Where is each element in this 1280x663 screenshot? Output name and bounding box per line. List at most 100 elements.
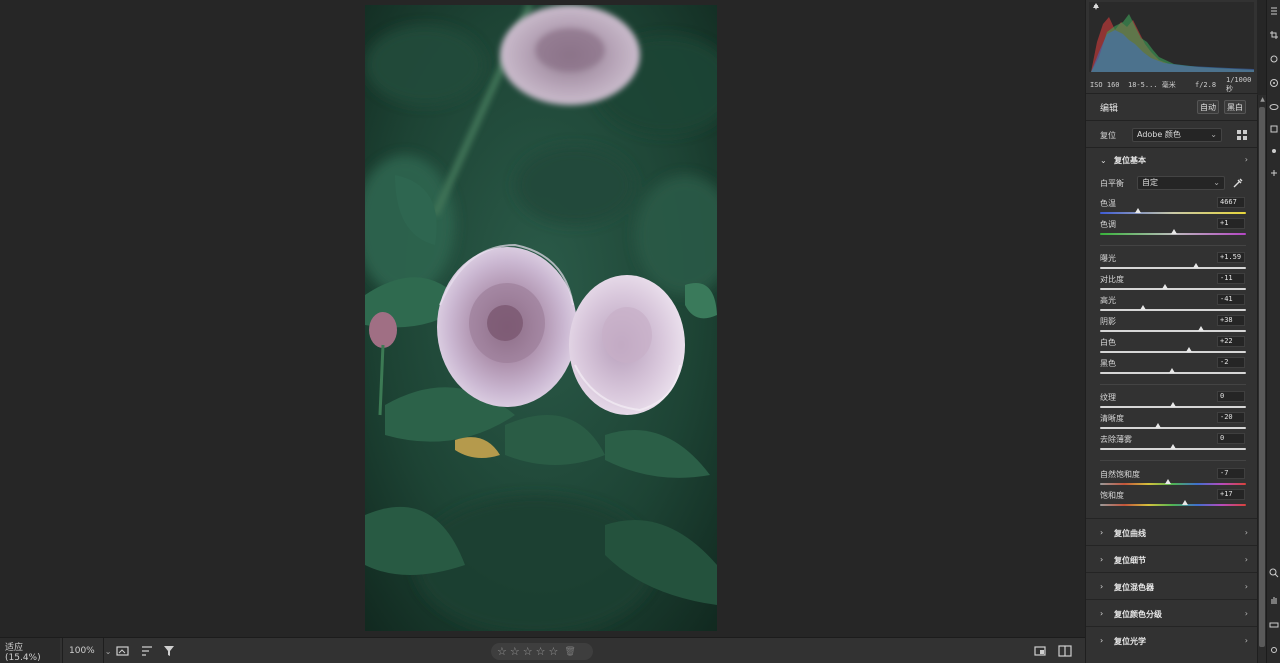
black-white-button[interactable]: 黑白 <box>1224 100 1246 114</box>
slider-thumb[interactable] <box>1170 444 1176 449</box>
slider-track[interactable] <box>1100 347 1246 353</box>
slider-value-input[interactable]: -2 <box>1217 357 1245 368</box>
section-menu-icon[interactable]: › <box>1245 528 1248 537</box>
filter-icon[interactable] <box>162 644 176 658</box>
slider-dehaze[interactable]: 去除薄雾 0 <box>1086 433 1258 454</box>
star-rating[interactable]: ☆ ☆ ☆ ☆ ☆ 🗑 <box>491 643 593 660</box>
slider-thumb[interactable] <box>1155 423 1162 428</box>
slider-thumb[interactable] <box>1186 347 1193 352</box>
slider-value-input[interactable]: -11 <box>1217 273 1245 284</box>
star-icon[interactable]: ☆ <box>536 646 546 657</box>
slider-track[interactable] <box>1100 402 1246 408</box>
slider-thumb[interactable] <box>1182 500 1189 505</box>
slider-contrast[interactable]: 对比度 -11 <box>1086 273 1258 294</box>
section-menu-icon[interactable]: › <box>1245 609 1248 618</box>
slider-temp[interactable]: 色温 4667 <box>1086 197 1258 218</box>
slider-track[interactable] <box>1100 229 1246 235</box>
slider-exposure[interactable]: 曝光 +1.59 <box>1086 252 1258 273</box>
slider-highlights[interactable]: 高光 -41 <box>1086 294 1258 315</box>
toggle-overlay-icon[interactable] <box>1269 620 1279 630</box>
slider-clarity[interactable]: 清晰度 -20 <box>1086 412 1258 433</box>
slider-thumb[interactable] <box>1170 402 1176 407</box>
slider-track[interactable] <box>1100 305 1246 311</box>
section-basic-header[interactable]: ⌄ 复位基本 › <box>1086 150 1258 170</box>
slider-thumb[interactable] <box>1193 263 1200 268</box>
slider-track[interactable] <box>1100 263 1246 269</box>
photo-preview[interactable] <box>365 5 717 631</box>
snapshot-tool-icon[interactable] <box>1269 124 1279 134</box>
trash-icon[interactable]: 🗑 <box>564 647 575 657</box>
mask-tool-icon[interactable] <box>1269 78 1279 88</box>
slider-track[interactable] <box>1100 500 1246 506</box>
slider-track[interactable] <box>1100 208 1246 214</box>
slider-track[interactable] <box>1100 326 1246 332</box>
slider-texture[interactable]: 纹理 0 <box>1086 391 1258 412</box>
slider-vibrance[interactable]: 自然饱和度 -7 <box>1086 468 1258 489</box>
star-icon[interactable]: ☆ <box>497 646 507 657</box>
white-balance-select[interactable]: 自定 ⌄ <box>1137 176 1225 190</box>
hand-tool-icon[interactable] <box>1269 595 1279 605</box>
section-menu-icon[interactable]: › <box>1245 555 1248 564</box>
slider-track[interactable] <box>1100 284 1246 290</box>
heal-tool-icon[interactable] <box>1269 54 1279 64</box>
slider-value-input[interactable]: -7 <box>1217 468 1245 479</box>
slider-value-input[interactable]: +38 <box>1217 315 1245 326</box>
section-menu-icon[interactable]: › <box>1245 636 1248 645</box>
slider-track[interactable] <box>1100 423 1246 429</box>
slider-thumb[interactable] <box>1134 208 1141 213</box>
auto-button[interactable]: 自动 <box>1197 100 1219 114</box>
section-color-grading[interactable]: › 复位颜色分级 › <box>1086 599 1258 625</box>
profile-browser-icon[interactable] <box>1236 129 1248 141</box>
slider-saturation[interactable]: 饱和度 +17 <box>1086 489 1258 510</box>
slider-tint[interactable]: 色调 +1 <box>1086 218 1258 239</box>
slider-track[interactable] <box>1100 479 1246 485</box>
preset-tool-icon[interactable] <box>1269 146 1279 156</box>
zoom-fit-label[interactable]: 适应 (15.4%) <box>0 638 60 663</box>
section-curve[interactable]: › 复位曲线 › <box>1086 518 1258 544</box>
slider-track[interactable] <box>1100 444 1246 450</box>
slider-thumb[interactable] <box>1197 326 1204 331</box>
before-after-icon[interactable] <box>1058 644 1072 658</box>
sort-icon[interactable] <box>140 644 154 658</box>
slider-blacks[interactable]: 黑色 -2 <box>1086 357 1258 378</box>
section-optics[interactable]: › 复位光学 › <box>1086 626 1258 652</box>
settings-tool-icon[interactable] <box>1269 645 1279 655</box>
star-icon[interactable]: ☆ <box>510 646 520 657</box>
slider-value-input[interactable]: 4667 <box>1217 197 1245 208</box>
panel-scrollbar[interactable]: ▲ <box>1257 95 1266 663</box>
section-detail[interactable]: › 复位细节 › <box>1086 545 1258 571</box>
scroll-thumb[interactable] <box>1259 107 1265 647</box>
slider-value-input[interactable]: +17 <box>1217 489 1245 500</box>
slider-thumb[interactable] <box>1168 368 1175 373</box>
more-tool-icon[interactable] <box>1269 168 1279 178</box>
slider-value-input[interactable]: 0 <box>1217 433 1245 444</box>
slider-thumb[interactable] <box>1161 284 1168 289</box>
single-view-icon[interactable] <box>1033 644 1047 658</box>
star-icon[interactable]: ☆ <box>549 646 559 657</box>
profile-select[interactable]: Adobe 颜色 ⌄ <box>1132 128 1222 142</box>
slider-whites[interactable]: 白色 +22 <box>1086 336 1258 357</box>
slider-value-input[interactable]: -41 <box>1217 294 1245 305</box>
slider-value-input[interactable]: -20 <box>1217 412 1245 423</box>
edit-tool-icon[interactable] <box>1269 6 1279 16</box>
image-canvas[interactable] <box>0 0 1085 637</box>
section-menu-icon[interactable]: › <box>1245 155 1248 164</box>
slider-thumb[interactable] <box>1164 479 1171 484</box>
section-color-mixer[interactable]: › 复位混色器 › <box>1086 572 1258 598</box>
slider-value-input[interactable]: +1.59 <box>1217 252 1245 263</box>
eyedropper-icon[interactable] <box>1232 177 1244 189</box>
slider-value-input[interactable]: +22 <box>1217 336 1245 347</box>
star-icon[interactable]: ☆ <box>523 646 533 657</box>
slider-value-input[interactable]: 0 <box>1217 391 1245 402</box>
shadow-clipping-icon[interactable] <box>1092 2 1100 10</box>
slider-shadows[interactable]: 阴影 +38 <box>1086 315 1258 336</box>
crop-tool-icon[interactable] <box>1269 30 1279 40</box>
zoom-level-dropdown[interactable]: 100% ⌄ <box>62 638 111 663</box>
section-menu-icon[interactable]: › <box>1245 582 1248 591</box>
slider-thumb[interactable] <box>1170 229 1177 234</box>
zoom-tool-icon[interactable] <box>1269 568 1279 578</box>
slider-thumb[interactable] <box>1140 305 1147 310</box>
slider-value-input[interactable]: +1 <box>1217 218 1245 229</box>
image-compare-icon[interactable] <box>116 644 130 658</box>
redeye-tool-icon[interactable] <box>1269 102 1279 112</box>
